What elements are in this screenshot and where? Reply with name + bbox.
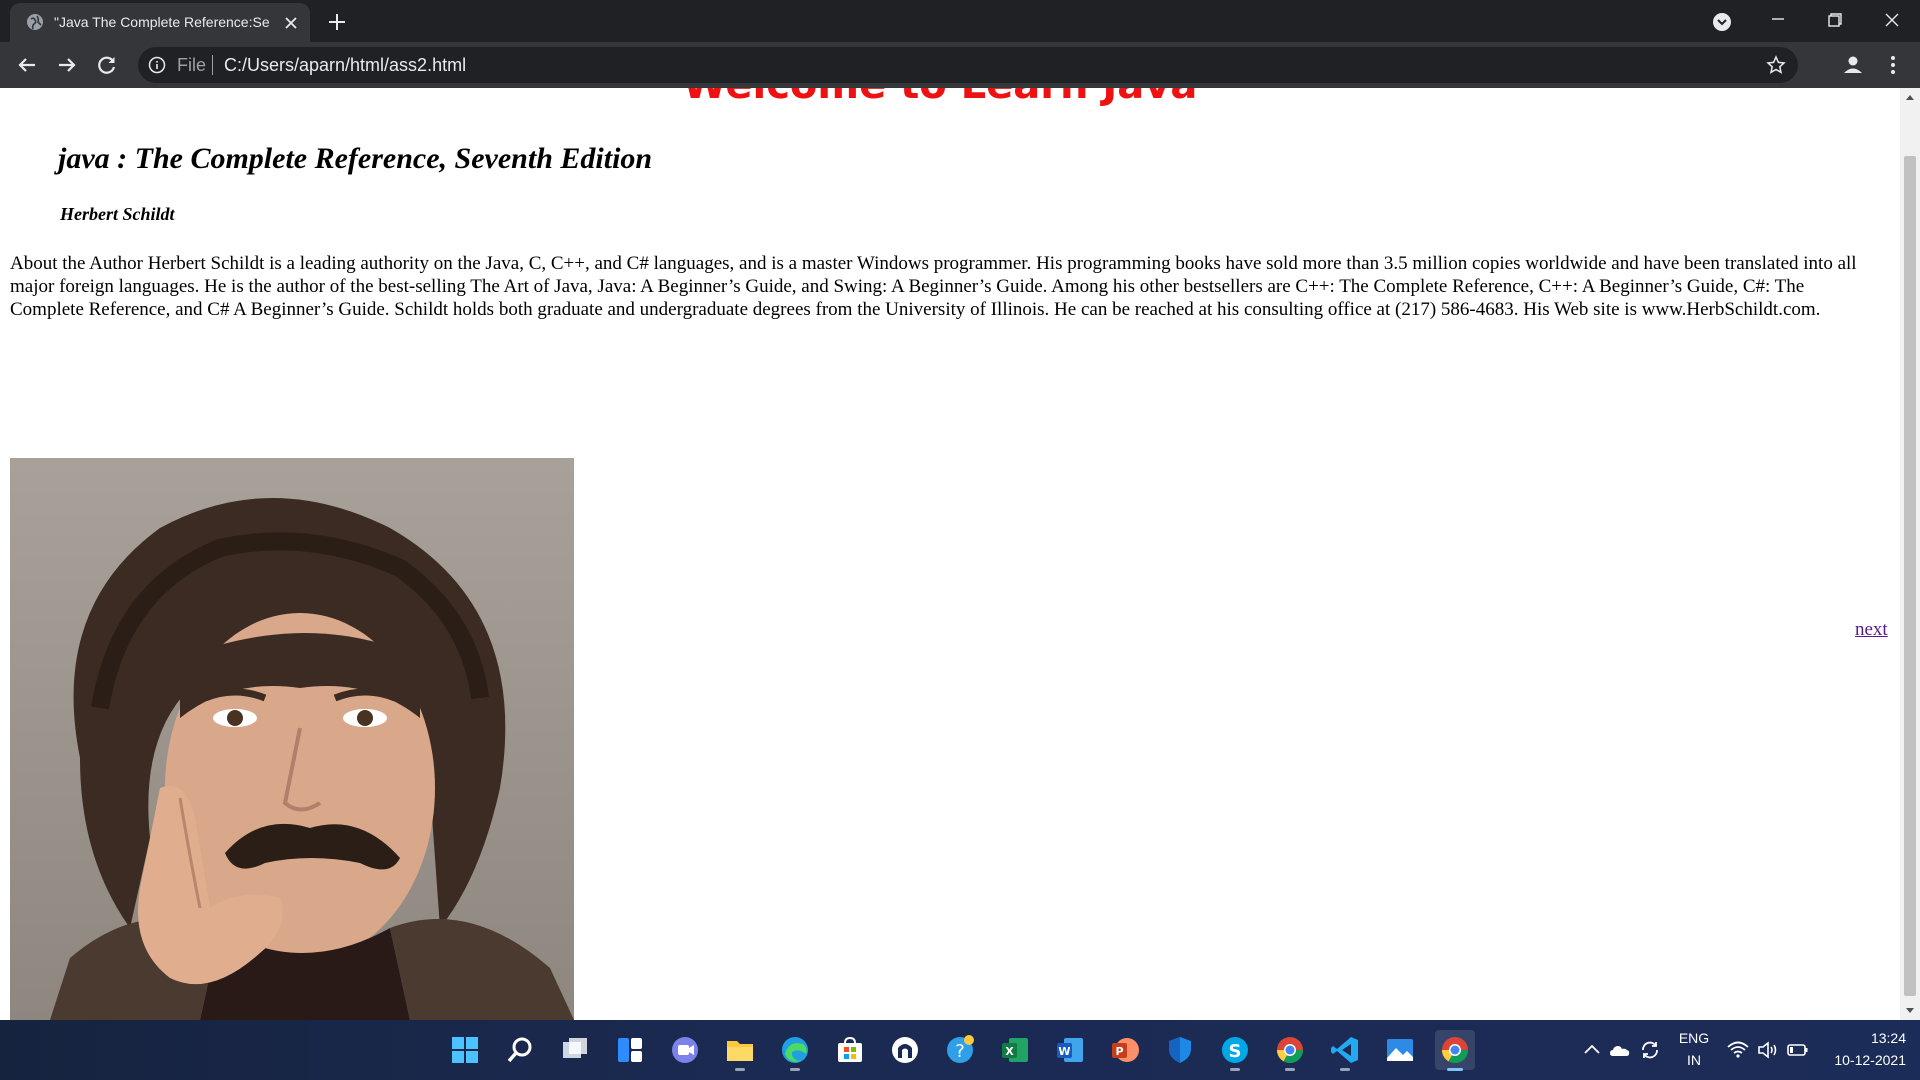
browser-toolbar: File C:/Users/aparn/html/ass2.html [0,42,1920,88]
store-icon [838,1036,862,1062]
running-indicator [1285,1068,1295,1071]
back-icon[interactable] [12,50,42,80]
welcome-heading: Welcome to Learn Java [0,88,1880,108]
battery-icon[interactable] [1786,1038,1810,1062]
skype-icon: S [1222,1037,1248,1063]
tab-title: "Java The Complete Reference:Se [54,14,270,30]
svg-text:W: W [1058,1045,1070,1058]
input-language[interactable]: ENG [1672,1030,1716,1046]
chrome-active-icon [1441,1037,1469,1064]
sync-icon[interactable] [1638,1038,1662,1062]
volume-icon[interactable] [1756,1038,1780,1062]
svg-text:?: ? [955,1041,965,1062]
svg-text:S: S [1229,1041,1242,1062]
skype-button[interactable]: S [1215,1030,1255,1071]
word-icon: W [1057,1038,1083,1062]
author-name: Herbert Schildt [60,204,175,224]
running-indicator [735,1068,745,1071]
browser-tab-strip: "Java The Complete Reference:Se [0,0,1920,42]
onedrive-icon[interactable] [1608,1038,1632,1062]
info-icon[interactable] [148,56,166,74]
chrome-button[interactable] [1270,1030,1310,1071]
omnibox-divider [212,55,213,75]
wifi-icon[interactable] [1726,1038,1750,1062]
scroll-down-arrow-icon[interactable] [1900,1000,1920,1020]
active-indicator [1447,1068,1463,1071]
help-icon: ? [947,1035,974,1063]
chrome-icon [1276,1037,1304,1064]
start-icon [452,1037,478,1063]
running-indicator [1340,1068,1350,1071]
url-text[interactable]: C:/Users/aparn/html/ass2.html [224,55,466,76]
page-scrollbar[interactable] [1900,88,1920,1020]
start-button[interactable] [445,1030,485,1070]
chrome-active-button[interactable] [1435,1030,1475,1071]
vscode-icon [1331,1037,1358,1063]
help-button[interactable]: ? [940,1030,980,1070]
address-bar[interactable]: File C:/Users/aparn/html/ass2.html [138,47,1798,83]
app-icon [892,1037,918,1063]
widgets-button[interactable] [610,1030,650,1070]
file-explorer-icon [727,1041,753,1061]
page-viewport: Welcome to Learn Java java : The Complet… [0,88,1900,1020]
running-indicator [1230,1068,1240,1071]
scroll-up-arrow-icon[interactable] [1900,88,1920,108]
windows-taskbar: ? X W P S ENG IN 13:24 10-12-2021 [0,1020,1920,1080]
store-button[interactable] [830,1030,870,1070]
running-indicator [790,1068,800,1071]
book-title: java : The Complete Reference, Seventh E… [58,142,653,175]
defender-button[interactable] [1160,1030,1200,1070]
photos-button[interactable] [1380,1030,1420,1070]
next-link[interactable]: next [1855,619,1888,641]
bookmark-star-icon[interactable] [1766,55,1786,75]
clock-time[interactable]: 13:24 [1820,1030,1906,1046]
search-icon [507,1037,532,1063]
defender-icon [1169,1037,1191,1063]
new-tab-icon[interactable] [324,9,350,35]
profile-icon[interactable] [1838,50,1868,80]
author-photo [10,458,574,1020]
app-button[interactable] [885,1030,925,1070]
powerpoint-icon: P [1112,1038,1139,1062]
url-scheme-label: File [177,55,207,75]
globe-icon [27,14,43,30]
widgets-icon [618,1038,642,1062]
close-tab-icon[interactable] [282,14,300,32]
vscode-button[interactable] [1325,1030,1365,1071]
input-region[interactable]: IN [1672,1052,1716,1068]
edge-icon [782,1037,808,1063]
task-view-button[interactable] [555,1030,595,1070]
powerpoint-button[interactable]: P [1105,1030,1145,1070]
reload-icon[interactable] [92,50,122,80]
taskbar-search[interactable] [500,1030,540,1070]
chat-icon [672,1037,698,1063]
excel-icon: X [1002,1038,1028,1062]
scrollbar-thumb[interactable] [1904,156,1916,996]
forward-icon[interactable] [52,50,82,80]
menu-kebab-icon[interactable] [1878,50,1908,80]
minimize-icon[interactable] [1756,6,1800,38]
photos-icon [1387,1039,1413,1061]
browser-tab[interactable]: "Java The Complete Reference:Se [10,3,310,42]
svg-text:X: X [1005,1045,1014,1058]
excel-button[interactable]: X [995,1030,1035,1070]
chat-button[interactable] [665,1030,705,1070]
clock-date[interactable]: 10-12-2021 [1820,1052,1906,1068]
file-explorer-button[interactable] [720,1030,760,1071]
edge-button[interactable] [775,1030,815,1071]
task-view-icon [563,1038,587,1058]
about-author-paragraph: About the Author Herbert Schildt is a le… [10,253,1857,320]
tab-search-icon[interactable] [1700,6,1744,38]
svg-text:P: P [1115,1045,1123,1058]
word-button[interactable]: W [1050,1030,1090,1070]
chevron-up-icon[interactable] [1580,1038,1604,1062]
close-window-icon[interactable] [1870,6,1914,38]
restore-icon[interactable] [1812,6,1856,38]
